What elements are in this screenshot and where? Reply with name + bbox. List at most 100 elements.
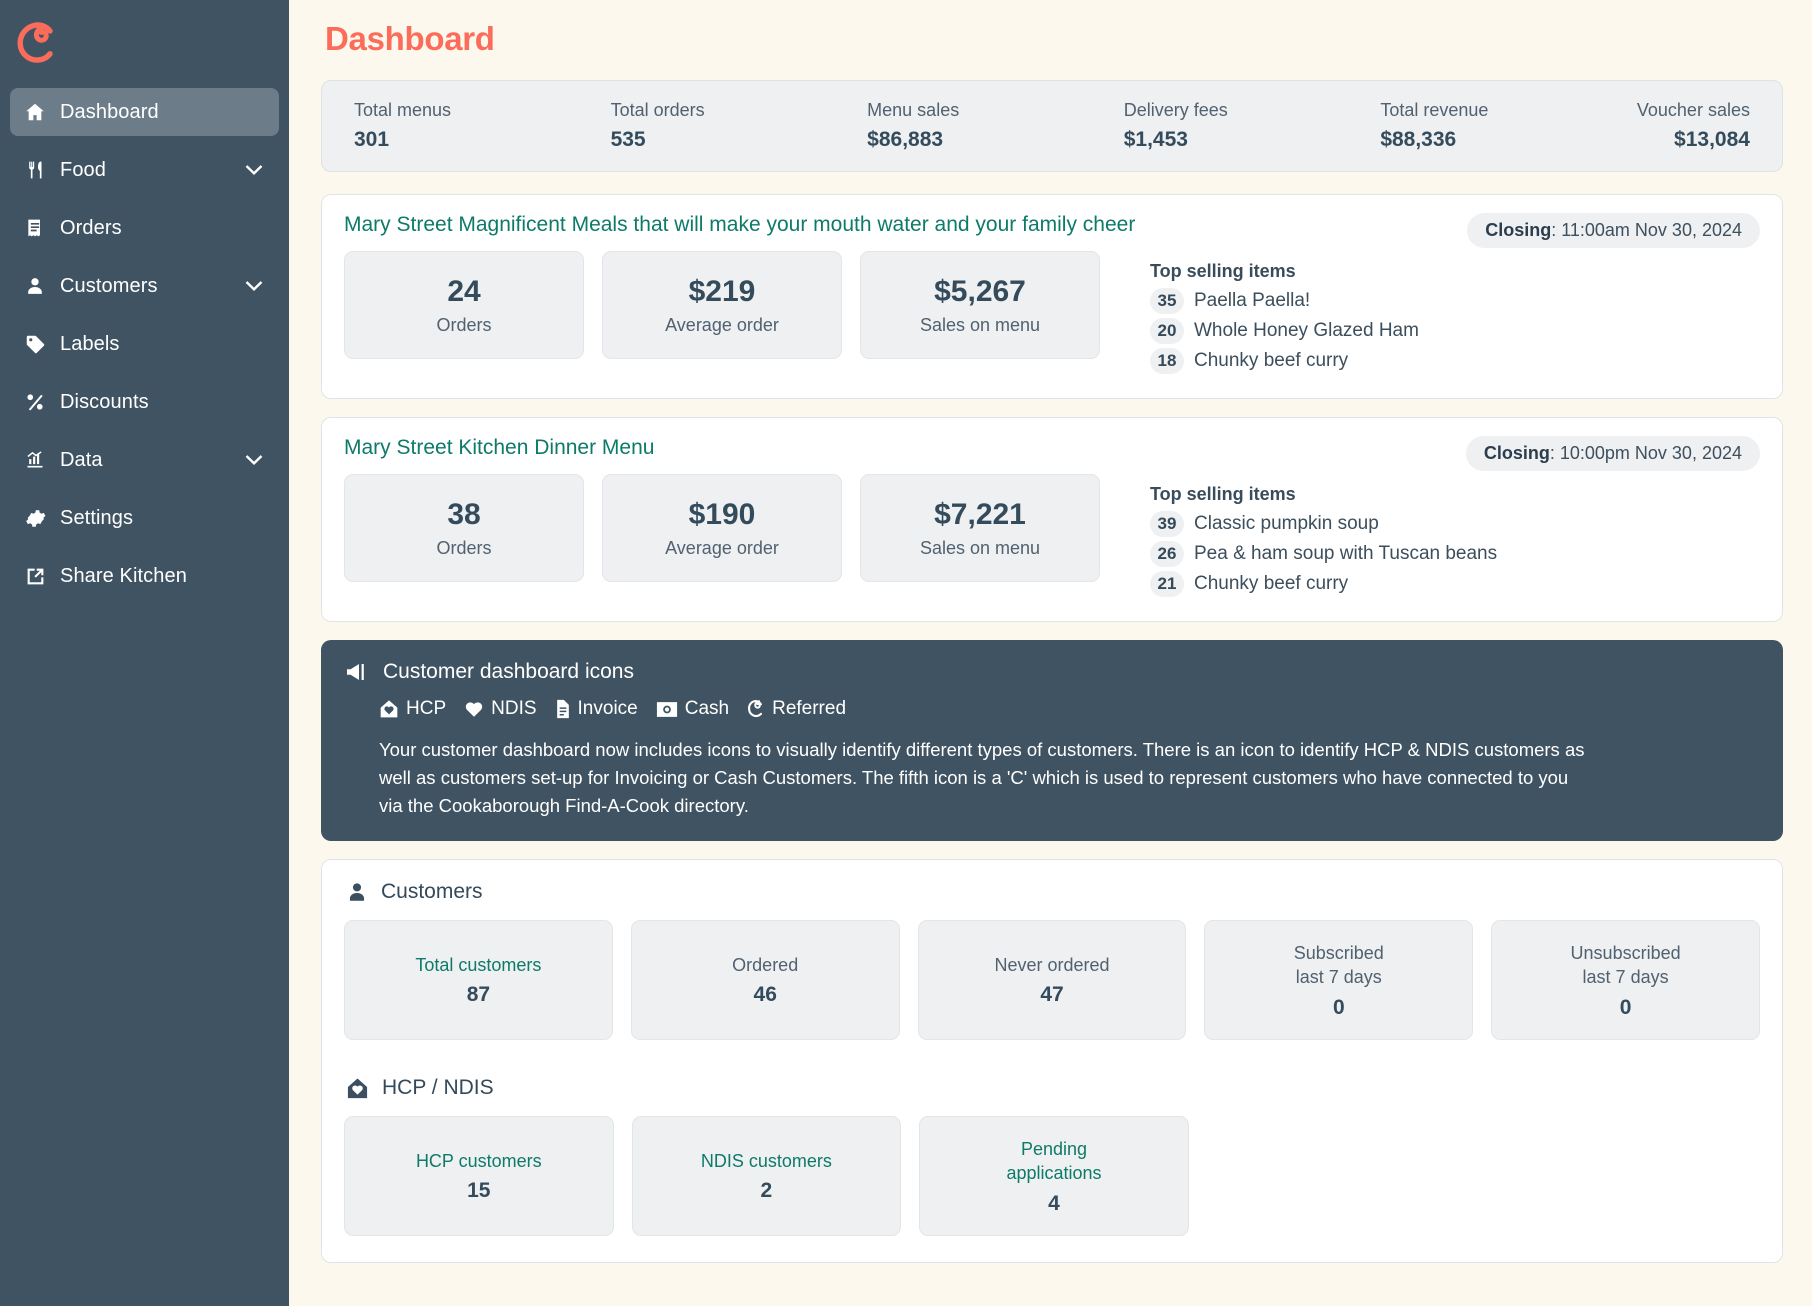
top-item-name: Chunky beef curry — [1194, 350, 1349, 371]
notice-body-text: Your customer dashboard now includes ico… — [379, 739, 1585, 816]
metric-average-order: $219 Average order — [602, 251, 842, 359]
sidebar-item-label: Food — [60, 158, 106, 181]
tile-ordered[interactable]: Ordered 46 — [630, 920, 900, 1041]
stat-value: $86,883 — [867, 128, 944, 151]
tag-icon — [20, 332, 50, 356]
metric-label: Orders — [436, 537, 492, 558]
top-item-name: Chunky beef curry — [1194, 573, 1349, 594]
tile-total-customers[interactable]: Total customers 87 — [344, 920, 613, 1041]
tile-value: 0 — [1619, 995, 1632, 1019]
closing-label: Closing — [1483, 443, 1550, 463]
closing-badge: Closing: 11:00am Nov 30, 2024 — [1467, 213, 1760, 248]
sidebar-item-share-kitchen[interactable]: Share Kitchen — [10, 552, 279, 600]
chevron-down-icon[interactable] — [245, 455, 263, 466]
stat-label: Total revenue — [1380, 100, 1489, 120]
stat-label: Menu sales — [867, 100, 960, 120]
top-selling-item: 26 Pea & ham soup with Tuscan beans — [1150, 541, 1760, 567]
top-selling-item: 39 Classic pumpkin soup — [1150, 511, 1760, 537]
top-item-count: 18 — [1150, 348, 1184, 374]
stat-value: $1,453 — [1123, 128, 1188, 151]
legend-label: HCP — [406, 698, 447, 719]
top-selling-item: 20 Whole Honey Glazed Ham — [1150, 318, 1760, 344]
menu-title[interactable]: Mary Street Magnificent Meals that will … — [344, 213, 1344, 237]
top-item-name: Classic pumpkin soup — [1194, 513, 1379, 534]
metric-average-order: $190 Average order — [602, 474, 842, 582]
sidebar-item-label: Customers — [60, 274, 158, 297]
receipt-icon — [20, 216, 50, 240]
metric-value: $219 — [688, 274, 756, 308]
person-icon — [346, 881, 368, 904]
stat-value: 301 — [354, 128, 390, 151]
stat-voucher-sales: Voucher sales $13,084 — [1637, 100, 1750, 152]
closing-value: : 11:00am Nov 30, 2024 — [1551, 220, 1742, 240]
legend-label: Invoice — [577, 698, 638, 719]
sidebar: Dashboard Food Orders Customers Labels D… — [0, 0, 289, 1306]
tile-value: 2 — [760, 1179, 773, 1203]
sidebar-item-label: Orders — [60, 216, 122, 239]
sidebar-item-label: Labels — [60, 332, 120, 355]
top-item-name: Whole Honey Glazed Ham — [1194, 320, 1419, 341]
chevron-down-icon[interactable] — [245, 165, 263, 176]
tile-pending-applications[interactable]: Pending applications 4 — [919, 1116, 1189, 1237]
metric-value: $7,221 — [934, 497, 1026, 531]
tile-unsubscribed-last-7-days[interactable]: Unsubscribed last 7 days 0 — [1491, 920, 1760, 1041]
metric-label: Average order — [665, 537, 779, 558]
menu-card: Closing: 11:00am Nov 30, 2024 Mary Stree… — [321, 194, 1783, 399]
stat-delivery-fees: Delivery fees $1,453 — [1124, 100, 1381, 152]
legend-label: NDIS — [491, 698, 537, 719]
person-icon — [20, 274, 50, 298]
menu-title[interactable]: Mary Street Kitchen Dinner Menu — [344, 436, 1344, 460]
cash-icon — [656, 701, 678, 718]
tile-label[interactable]: Pending applications — [1006, 1137, 1101, 1186]
legend-item-invoice: Invoice — [555, 698, 638, 720]
metric-label: Sales on menu — [919, 314, 1041, 335]
tile-subscribed-last-7-days[interactable]: Subscribed last 7 days 0 — [1204, 920, 1474, 1041]
top-item-count: 39 — [1150, 511, 1184, 537]
menu-metrics: 24 Orders $219 Average order $5,267 Sale… — [344, 251, 1100, 378]
top-selling-item: 18 Chunky beef curry — [1150, 348, 1760, 374]
sidebar-item-dashboard[interactable]: Dashboard — [10, 88, 279, 136]
stat-total-orders: Total orders 535 — [611, 100, 868, 152]
legend-label: Cash — [684, 698, 730, 719]
stat-total-menus: Total menus 301 — [354, 100, 611, 152]
tile-label[interactable]: Total customers — [415, 953, 541, 977]
metric-value: 38 — [447, 497, 481, 531]
sidebar-item-orders[interactable]: Orders — [10, 204, 279, 252]
metric-orders: 24 Orders — [344, 251, 584, 359]
legend-item-ndis: NDIS — [464, 698, 537, 720]
closing-value: : 10:00pm Nov 30, 2024 — [1549, 443, 1742, 463]
closing-label: Closing — [1485, 220, 1552, 240]
logo-container[interactable] — [0, 0, 289, 88]
tile-value: 87 — [466, 983, 491, 1007]
sidebar-item-data[interactable]: Data — [10, 436, 279, 484]
tile-value: 46 — [753, 983, 777, 1007]
metric-label: Orders — [436, 314, 492, 335]
legend-item-cash: Cash — [656, 698, 729, 720]
sidebar-item-discounts[interactable]: Discounts — [10, 378, 279, 426]
sidebar-item-customers[interactable]: Customers — [10, 262, 279, 310]
tiles-filler — [1492, 1116, 1760, 1236]
chevron-down-icon[interactable] — [245, 281, 263, 292]
metric-value: $5,267 — [934, 274, 1026, 308]
top-item-count: 20 — [1150, 318, 1184, 344]
sidebar-nav: Dashboard Food Orders Customers Labels D… — [0, 88, 289, 610]
tile-hcp-customers[interactable]: HCP customers 15 — [344, 1116, 614, 1237]
tile-value: 47 — [1040, 983, 1064, 1007]
tile-never-ordered[interactable]: Never ordered 47 — [917, 920, 1187, 1041]
sidebar-item-settings[interactable]: Settings — [10, 494, 279, 542]
sidebar-item-food[interactable]: Food — [10, 146, 279, 194]
customers-tiles: Total customers 87 Ordered 46 Never orde… — [344, 920, 1760, 1041]
tile-value: 0 — [1332, 995, 1345, 1019]
stat-label: Voucher sales — [1636, 100, 1750, 120]
tile-ndis-customers[interactable]: NDIS customers 2 — [631, 1116, 902, 1237]
sidebar-item-labels[interactable]: Labels — [10, 320, 279, 368]
home-icon — [20, 100, 50, 124]
customers-section-heading: Customers — [344, 880, 1760, 904]
app-root: Dashboard Food Orders Customers Labels D… — [0, 0, 1812, 1306]
top-selling-item: 35 Paella Paella! — [1150, 288, 1760, 314]
stat-label: Delivery fees — [1123, 100, 1228, 120]
legend-label: Referred — [772, 698, 847, 719]
tile-label[interactable]: HCP customers — [416, 1149, 542, 1173]
metric-label: Sales on menu — [919, 537, 1041, 558]
tile-label[interactable]: NDIS customers — [701, 1149, 832, 1173]
